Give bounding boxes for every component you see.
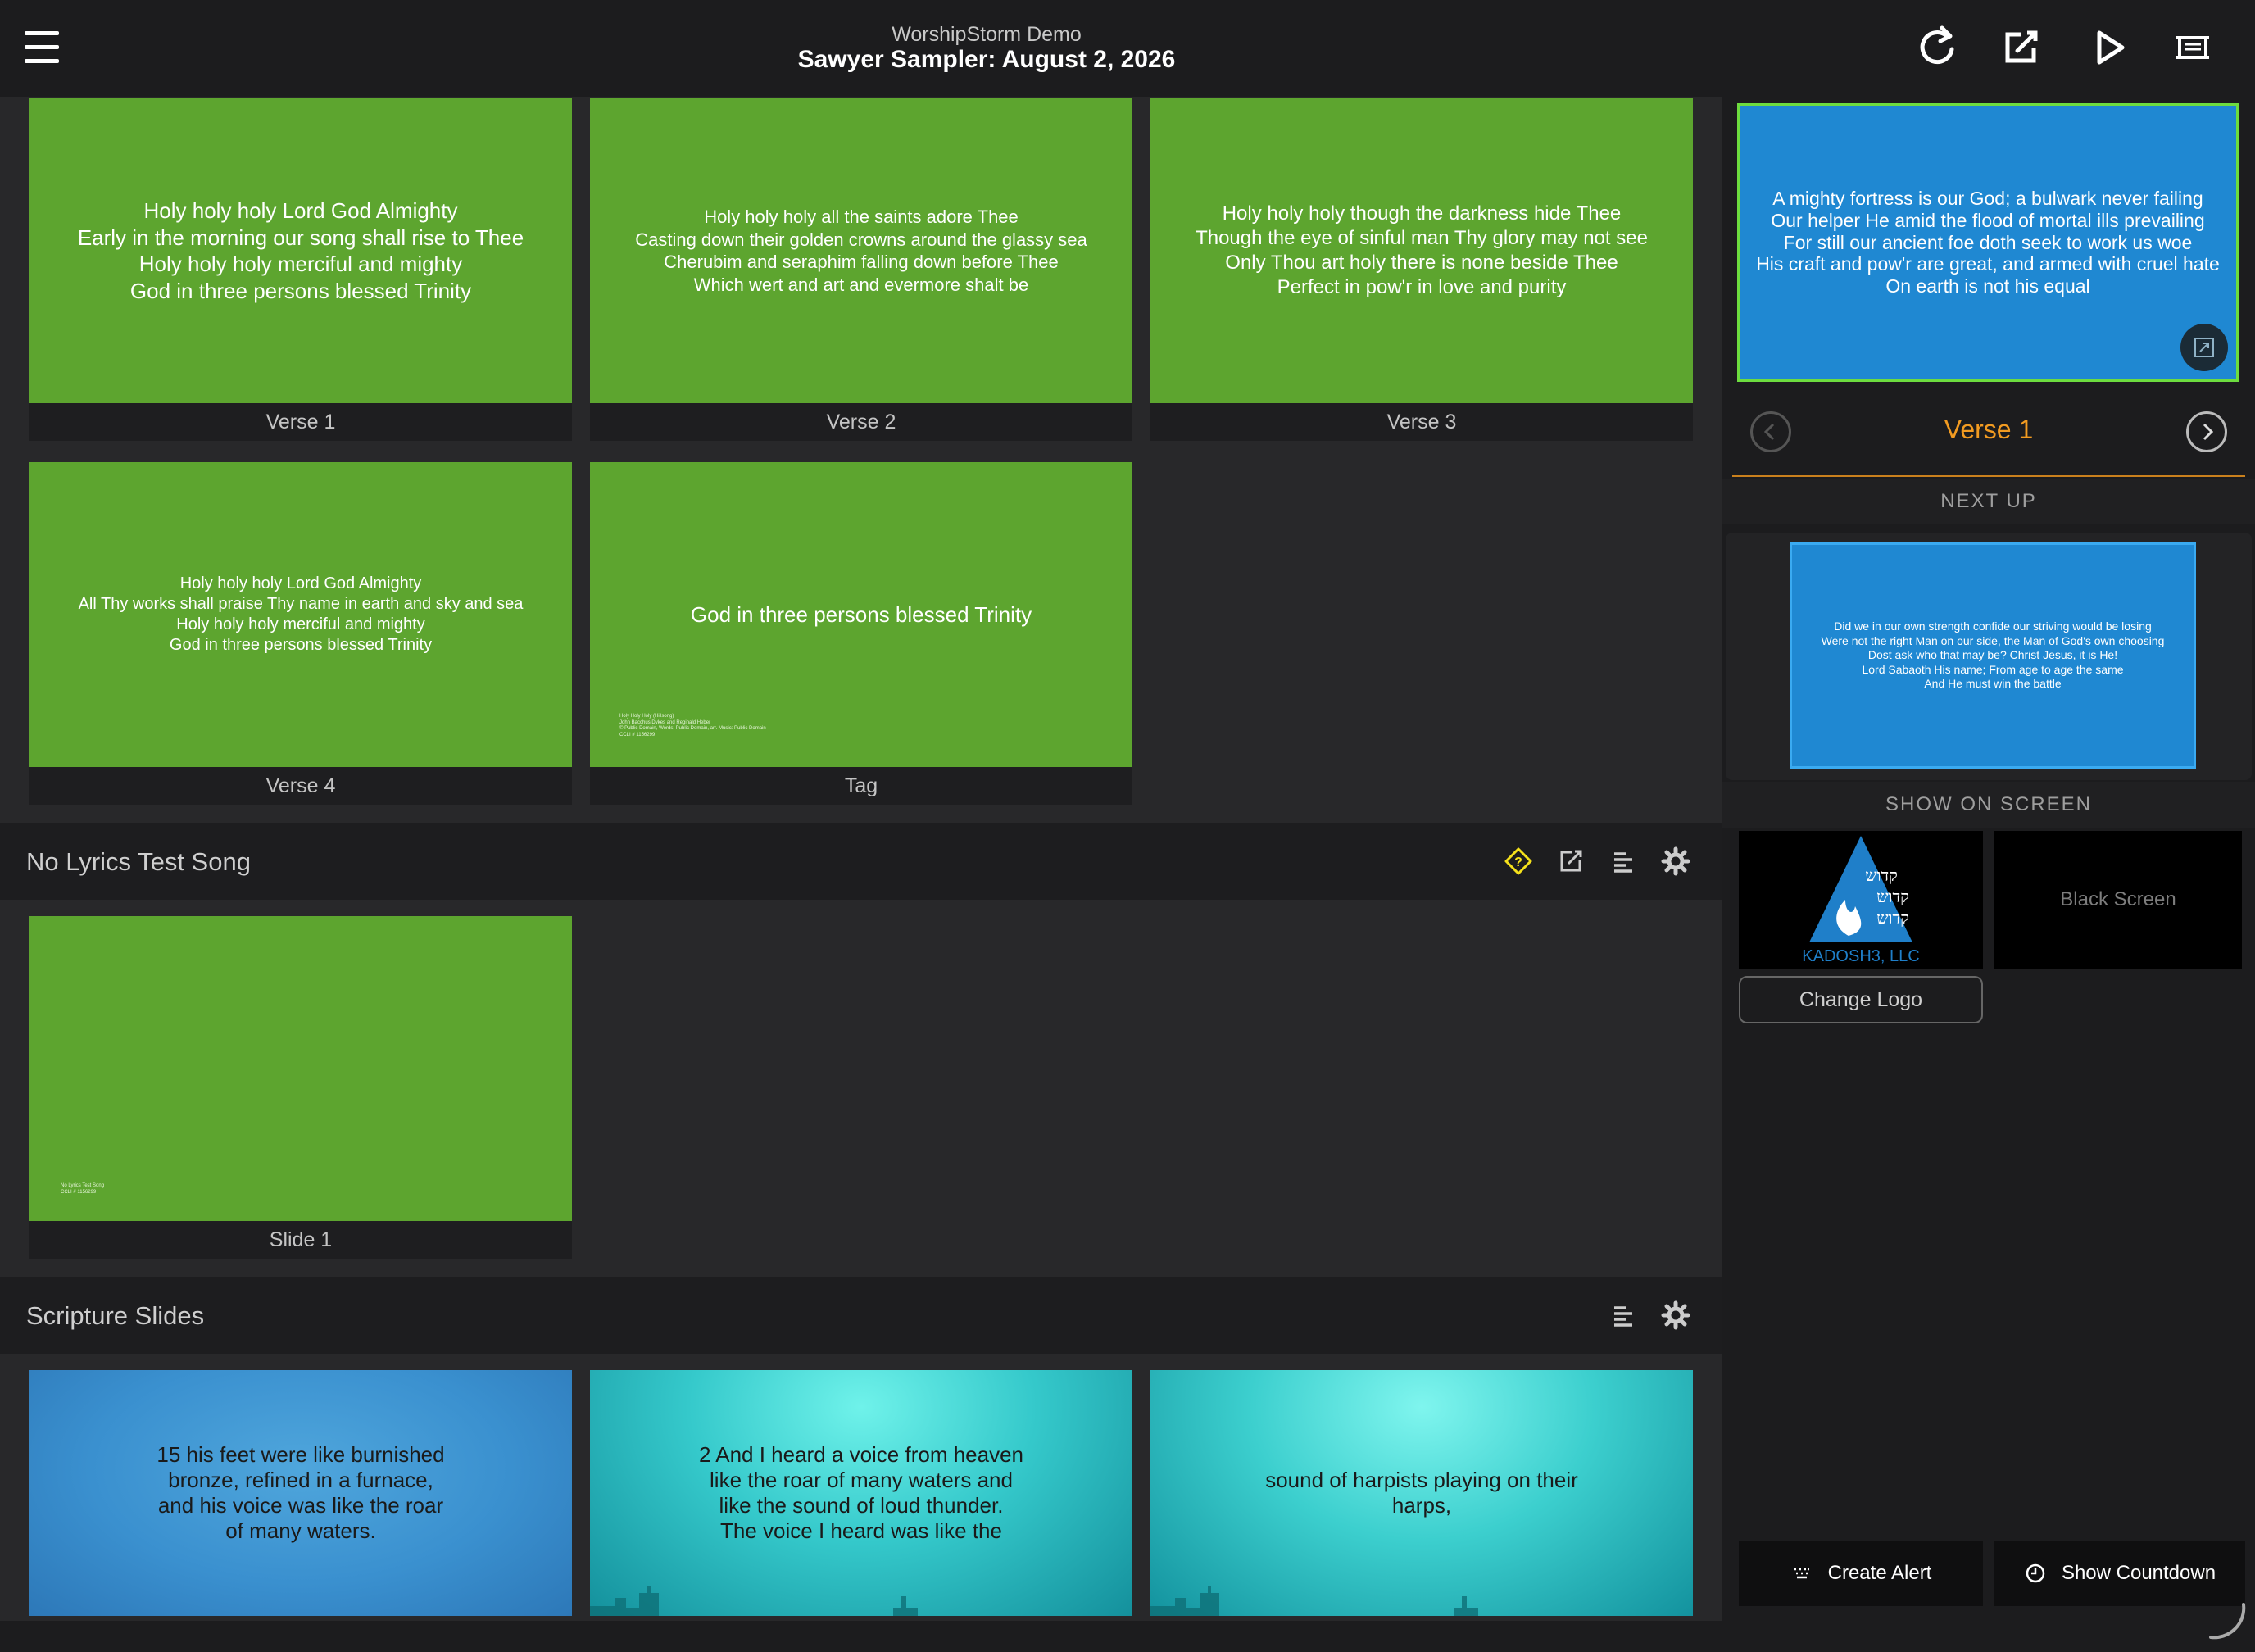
current-slide-label: Verse 1 xyxy=(1944,415,2034,444)
live-panel: A mighty fortress is our God; a bulwark … xyxy=(1722,97,2255,1652)
logo-company-name: KADOSH3, LLC xyxy=(1802,947,1920,965)
slide-label: Tag xyxy=(590,767,1132,805)
settings-gear-icon[interactable] xyxy=(1660,846,1691,877)
show-countdown-button[interactable]: Show Countdown xyxy=(1994,1541,2245,1606)
next-up-slide[interactable]: Did we in our own strength confide our s… xyxy=(1790,542,2196,769)
show-countdown-label: Show Countdown xyxy=(2061,1562,2216,1584)
slide-label: Verse 2 xyxy=(590,403,1132,441)
copyright-fine-print: No Lyrics Test Song CCLI # 1156299 xyxy=(61,1183,105,1196)
slide-label: Verse 1 xyxy=(29,403,572,441)
slide-thumbnail: Holy holy holy all the saints adore Thee… xyxy=(590,98,1132,403)
section-header-no-lyrics-song: No Lyrics Test Song ? xyxy=(0,823,1722,900)
keyboard-icon xyxy=(1794,1568,1809,1579)
slide-thumbnail: Holy holy holy Lord God Almighty Early i… xyxy=(29,98,572,403)
change-logo-button[interactable]: Change Logo xyxy=(1739,976,1983,1023)
next-up-text: Did we in our own strength confide our s… xyxy=(1821,620,2165,691)
plan-content: Holy holy holy Lord God Almighty Early i… xyxy=(0,97,1722,1621)
divider xyxy=(1732,475,2245,477)
play-icon[interactable] xyxy=(2085,23,2134,72)
slide-label: Slide 1 xyxy=(29,1221,572,1259)
next-up-area: Did we in our own strength confide our s… xyxy=(1726,533,2252,780)
next-slide-button[interactable] xyxy=(2186,411,2227,452)
arrange-icon[interactable] xyxy=(1608,1300,1639,1331)
logo-hebrew-line-3: קדוש xyxy=(1876,908,1909,928)
scripture-text: 2 And I heard a voice from heaven like t… xyxy=(698,1441,1024,1544)
show-on-screen-heading: SHOW ON SCREEN xyxy=(1722,782,2255,828)
slide-text: Holy holy holy Lord God Almighty All Thy… xyxy=(78,574,524,654)
app-name: WorshipStorm Demo xyxy=(892,23,1082,46)
create-alert-button[interactable]: Create Alert xyxy=(1739,1541,1983,1606)
plan-title: Sawyer Sampler: August 2, 2026 xyxy=(797,46,1176,73)
slide-label: Verse 4 xyxy=(29,767,572,805)
arrange-icon[interactable] xyxy=(1608,846,1639,877)
loading-spinner-icon xyxy=(2209,1603,2246,1640)
live-slide-text: A mighty fortress is our God; a bulwark … xyxy=(1756,187,2220,297)
help-warning-icon[interactable]: ? xyxy=(1503,846,1534,877)
screen-layout-icon[interactable] xyxy=(2168,23,2217,72)
city-skyline-icon xyxy=(1150,1586,1478,1616)
black-screen-label: Black Screen xyxy=(2060,888,2176,910)
edit-song-icon[interactable] xyxy=(1555,846,1586,877)
scripture-text: 15 his feet were like burnished bronze, … xyxy=(157,1441,445,1544)
slide-text: God in three persons blessed Trinity xyxy=(690,601,1032,627)
scripture-slide-1[interactable]: 15 his feet were like burnished bronze, … xyxy=(29,1370,572,1616)
city-skyline-icon xyxy=(590,1586,918,1616)
live-slide-preview: A mighty fortress is our God; a bulwark … xyxy=(1737,103,2239,382)
scripture-slide-2[interactable]: 2 And I heard a voice from heaven like t… xyxy=(590,1370,1132,1616)
scripture-text: sound of harpists playing on their harps… xyxy=(1265,1467,1578,1518)
slide-text: Holy holy holy though the darkness hide … xyxy=(1196,202,1648,298)
svg-text:?: ? xyxy=(1514,856,1522,869)
slide-thumbnail: Holy holy holy though the darkness hide … xyxy=(1150,98,1693,403)
refresh-icon[interactable] xyxy=(1912,23,1962,72)
section-title: No Lyrics Test Song xyxy=(26,847,251,876)
expand-icon[interactable] xyxy=(2180,324,2228,371)
black-screen-tile[interactable]: Black Screen xyxy=(1994,831,2242,969)
logo-screen-tile[interactable]: קדוש קדוש קדוש KADOSH3, LLC xyxy=(1739,831,1983,969)
clock-icon xyxy=(2026,1564,2045,1583)
slide-thumbnail: Holy holy holy Lord God Almighty All Thy… xyxy=(29,462,572,767)
top-bar: WorshipStorm Demo Sawyer Sampler: August… xyxy=(0,0,2255,97)
scripture-slide-3[interactable]: sound of harpists playing on their harps… xyxy=(1150,1370,1693,1616)
settings-gear-icon[interactable] xyxy=(1660,1300,1691,1331)
logo-hebrew-line-2: קדוש xyxy=(1876,887,1909,906)
slide-thumbnail: God in three persons blessed Trinity Hol… xyxy=(590,462,1132,767)
logo-hebrew-line-1: קדוש xyxy=(1865,865,1898,885)
copyright-fine-print: Holy Holy Holy (Hillsong) John Bacchus D… xyxy=(619,713,766,738)
slide-label: Verse 3 xyxy=(1150,403,1693,441)
section-header-scripture: Scripture Slides xyxy=(0,1277,1722,1354)
next-up-heading: NEXT UP xyxy=(1722,479,2255,524)
create-alert-label: Create Alert xyxy=(1827,1562,1932,1584)
slide-thumbnail: No Lyrics Test Song CCLI # 1156299 xyxy=(29,916,572,1221)
edit-icon[interactable] xyxy=(1996,23,2045,72)
slide-text: Holy holy holy all the saints adore Thee… xyxy=(635,206,1087,295)
section-title: Scripture Slides xyxy=(26,1301,205,1330)
slide-text: Holy holy holy Lord God Almighty Early i… xyxy=(77,198,524,303)
